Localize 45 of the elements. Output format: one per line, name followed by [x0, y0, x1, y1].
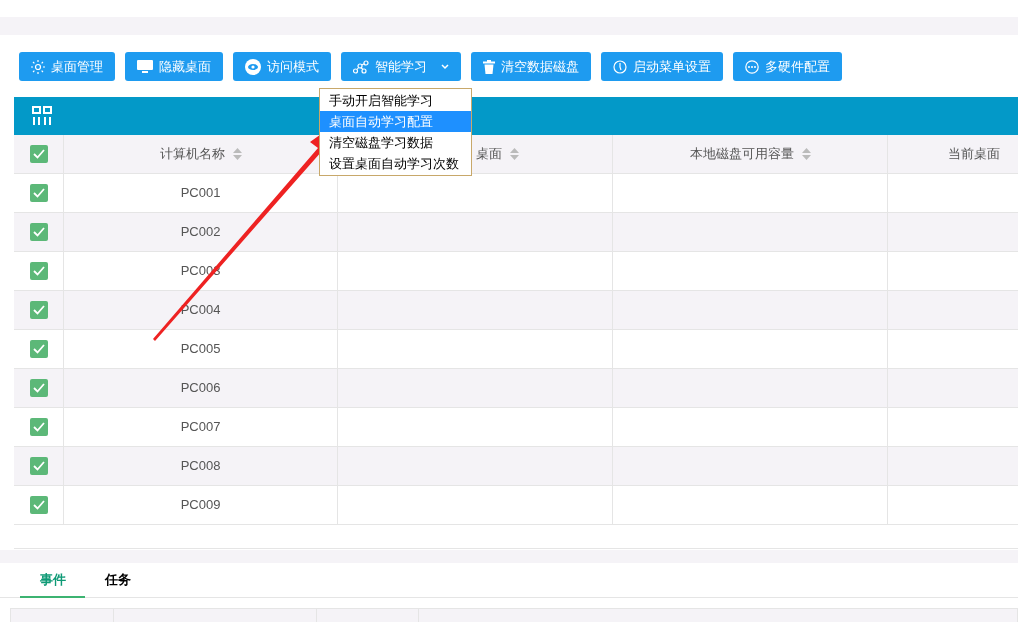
checkbox[interactable] [29, 340, 48, 358]
checkbox[interactable] [29, 301, 48, 319]
menu-item[interactable]: 设置桌面自动学习次数 [320, 153, 471, 174]
column-header[interactable]: 桌面 [476, 144, 502, 164]
table-cell-text: PC002 [180, 223, 221, 242]
trash-icon [483, 59, 495, 74]
checkbox[interactable] [29, 184, 48, 202]
monitor-icon [137, 59, 153, 74]
toolbar-button[interactable]: 智能学习 [341, 52, 461, 81]
toolbar-button[interactable]: 清空数据磁盘 [471, 52, 591, 81]
checkbox[interactable] [29, 496, 48, 514]
toolbar-button[interactable]: 多硬件配置 [733, 52, 842, 81]
table-cell-text: PC008 [180, 457, 221, 476]
checkbox[interactable] [29, 145, 48, 163]
tab[interactable]: 任务 [85, 563, 150, 598]
toolbar-button[interactable]: 桌面管理 [19, 52, 115, 81]
table-cell-text: PC009 [180, 496, 221, 515]
toolbar-button[interactable]: 启动菜单设置 [601, 52, 723, 81]
sort-icon[interactable] [801, 148, 811, 160]
tab[interactable]: 事件 [20, 563, 85, 598]
checkbox[interactable] [29, 379, 48, 397]
table-cell-text: PC006 [180, 379, 221, 398]
nodes-icon [353, 59, 369, 74]
sort-icon[interactable] [510, 148, 519, 160]
menu-item[interactable]: 清空磁盘学习数据 [320, 132, 471, 153]
column-header[interactable]: 本地磁盘可用容量 [689, 144, 794, 164]
more-icon [745, 59, 759, 74]
column-header[interactable]: 当前桌面 [948, 144, 1000, 164]
checkbox[interactable] [29, 223, 48, 241]
eye-icon [245, 58, 261, 75]
toolbar-button[interactable]: 隐藏桌面 [125, 52, 223, 81]
table-cell-text: PC007 [180, 418, 221, 437]
checkbox[interactable] [29, 457, 48, 475]
column-header[interactable]: 计算机名称 [159, 144, 225, 164]
grid-icon[interactable] [32, 106, 52, 126]
clock-icon [613, 59, 627, 74]
table-cell-text: PC001 [180, 184, 221, 203]
checkbox[interactable] [29, 262, 48, 280]
menu-item[interactable]: 桌面自动学习配置 [320, 111, 471, 132]
toolbar-button[interactable]: 访问模式 [233, 52, 331, 81]
table-cell-text: PC005 [180, 340, 221, 359]
sun-icon [31, 59, 45, 74]
sort-icon[interactable] [232, 148, 242, 160]
menu-item[interactable]: 手动开启智能学习 [320, 90, 471, 111]
checkbox[interactable] [29, 418, 48, 436]
